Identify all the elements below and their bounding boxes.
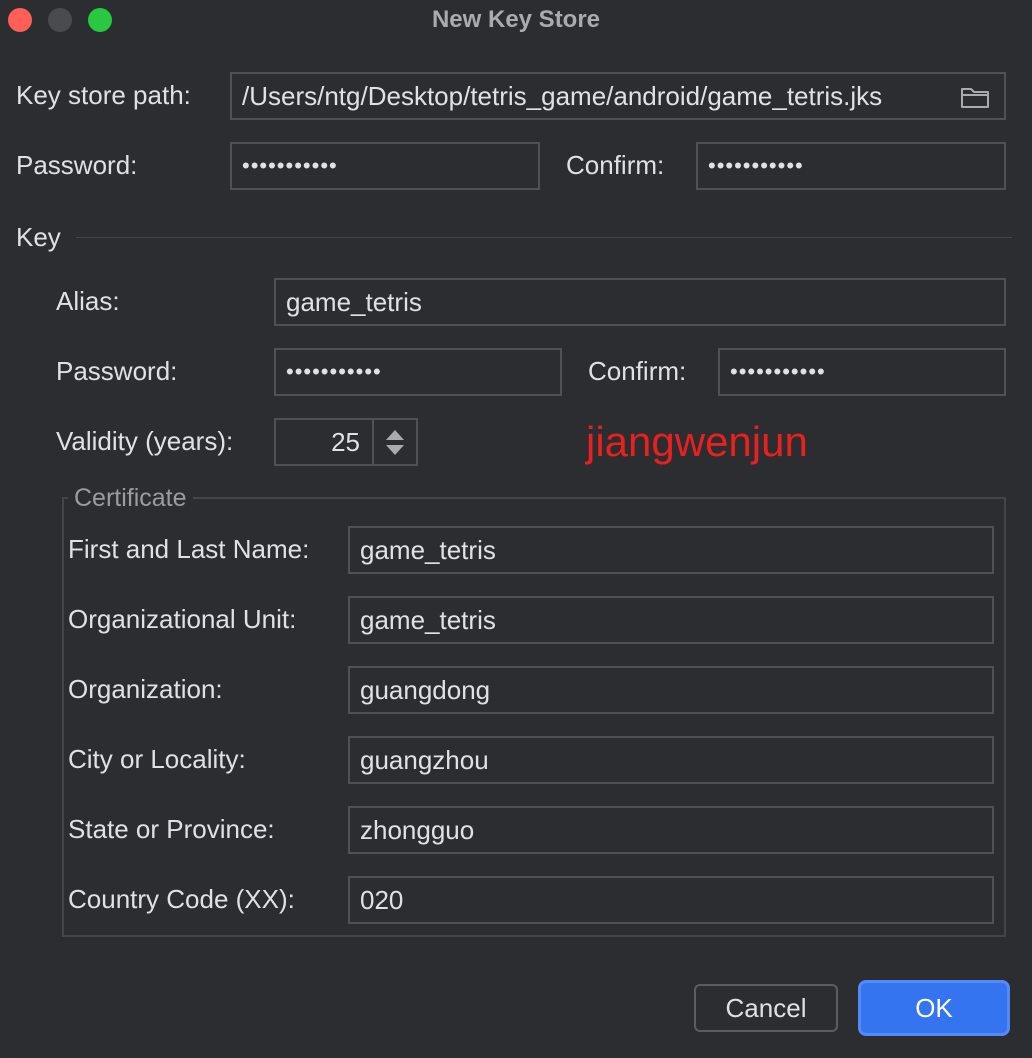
cert-name-label: First and Last Name: xyxy=(68,534,310,564)
keystore-password-field[interactable]: ••••••••••• xyxy=(230,142,540,190)
certificate-title: Certificate xyxy=(68,484,193,513)
cancel-button[interactable]: Cancel xyxy=(694,984,838,1032)
key-confirm-field[interactable]: ••••••••••• xyxy=(718,348,1006,396)
alias-field[interactable]: game_tetris xyxy=(274,278,1006,326)
cert-country-label: Country Code (XX): xyxy=(68,884,295,914)
keystore-confirm-field[interactable]: ••••••••••• xyxy=(696,142,1006,190)
cert-name-field[interactable]: game_tetris xyxy=(348,526,994,574)
ok-button[interactable]: OK xyxy=(858,980,1010,1036)
cert-city-label: City or Locality: xyxy=(68,744,246,774)
key-section-label: Key xyxy=(16,222,61,252)
cert-state-label: State or Province: xyxy=(68,814,275,844)
cert-organization-label: Organization: xyxy=(68,674,223,704)
keystore-path-label: Key store path: xyxy=(16,80,191,110)
keystore-confirm-label: Confirm: xyxy=(566,150,665,180)
spinner-up-icon[interactable] xyxy=(386,430,404,440)
keystore-path-field[interactable]: /Users/ntg/Desktop/tetris_game/android/g… xyxy=(230,72,1006,120)
cert-org-unit-label: Organizational Unit: xyxy=(68,604,297,634)
keystore-password-label: Password: xyxy=(16,150,138,180)
cert-state-field[interactable]: zhongguo xyxy=(348,806,994,854)
cert-org-unit-field[interactable]: game_tetris xyxy=(348,596,994,644)
title-bar: New Key Store xyxy=(0,0,1032,40)
key-section-divider xyxy=(76,237,1012,238)
alias-label: Alias: xyxy=(56,286,120,316)
window-title: New Key Store xyxy=(431,6,601,33)
key-password-field[interactable]: ••••••••••• xyxy=(274,348,562,396)
spinner-down-icon[interactable] xyxy=(386,445,404,455)
spinner-buttons xyxy=(374,420,416,464)
watermark-text: jiangwenjun xyxy=(586,418,808,465)
key-confirm-label: Confirm: xyxy=(588,356,687,386)
validity-value[interactable]: 25 xyxy=(276,420,372,464)
validity-spinner[interactable]: 25 xyxy=(274,418,418,466)
validity-label: Validity (years): xyxy=(56,426,234,456)
cert-city-field[interactable]: guangzhou xyxy=(348,736,994,784)
folder-icon[interactable] xyxy=(960,85,990,109)
cert-organization-field[interactable]: guangdong xyxy=(348,666,994,714)
cert-country-field[interactable]: 020 xyxy=(348,876,994,924)
keystore-path-value: /Users/ntg/Desktop/tetris_game/android/g… xyxy=(242,81,883,111)
key-password-label: Password: xyxy=(56,356,178,386)
new-key-store-dialog: New Key Store Key store path: /Users/ntg… xyxy=(0,0,1032,1058)
